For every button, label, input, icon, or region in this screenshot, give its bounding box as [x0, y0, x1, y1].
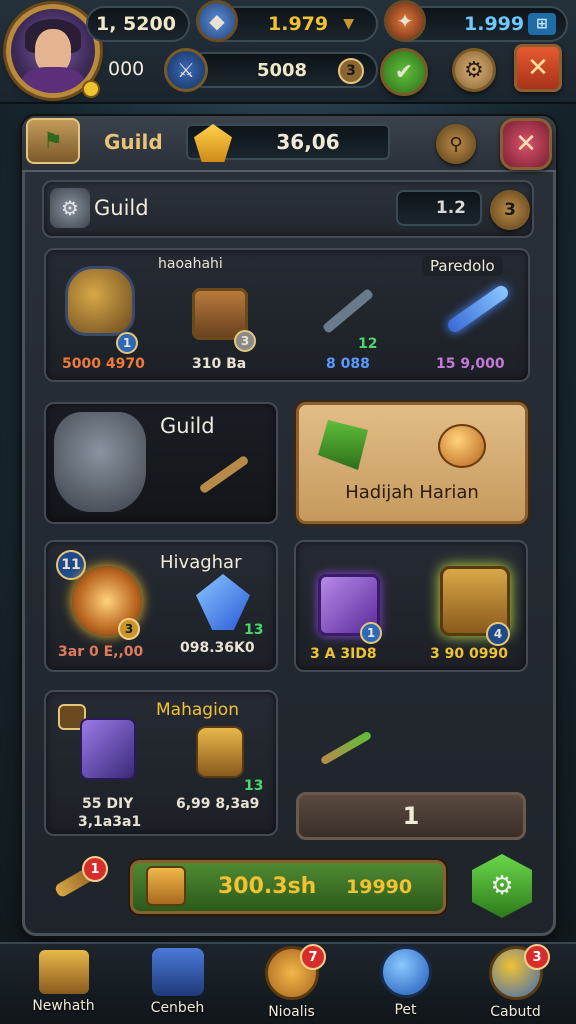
nav-item-cabutd[interactable]: 3 Cabutd — [458, 942, 573, 1024]
resource-2-value: 1.979 — [268, 13, 329, 35]
rare-item-badge: 3 — [118, 618, 140, 640]
nav-label-newhath: Newhath — [32, 998, 95, 1014]
chest-badge: 3 — [234, 330, 256, 352]
dagger-item[interactable] — [436, 272, 520, 346]
nav-label-nioalis: Nioalis — [268, 1004, 315, 1020]
guild-emblem-icon: ⚑ — [26, 118, 80, 164]
armor-price: 5000 4970 — [62, 356, 145, 372]
chest-price: 310 Ba — [192, 356, 247, 372]
quest-icon[interactable]: ✔ — [380, 48, 428, 96]
level-star-icon — [82, 80, 100, 98]
level-text: 000 — [108, 58, 145, 80]
dagger-icon — [445, 283, 511, 335]
armor-badge: 1 — [116, 332, 138, 354]
rare-price-right: 098.36K0 — [180, 640, 255, 656]
mahagion-price-right: 6,99 8,3a9 — [176, 796, 260, 812]
nav-label-cenbeh: Cenbeh — [150, 1000, 205, 1016]
nav-item-newhath[interactable]: Newhath — [6, 942, 121, 1024]
xp-value: 5008 — [256, 59, 308, 81]
close-panel-button[interactable]: ✕ — [500, 118, 552, 170]
guild-currency-value: 36,06 — [276, 130, 340, 154]
purchase-label: 300.3sh — [218, 874, 317, 899]
guild-crest-icon: ⚙ — [50, 188, 90, 228]
mahagion-badge: 13 — [244, 778, 264, 794]
daily-reward-label: Hadijah Harian — [345, 482, 479, 503]
rare-card-title: Hivaghar — [160, 552, 242, 573]
close-top-button[interactable]: ✕ — [514, 44, 562, 92]
resource-1-pill: 1, 5200 — [86, 6, 190, 42]
guild-card-title: Guild — [160, 414, 215, 438]
daily-reward-card[interactable] — [296, 402, 528, 524]
resource-3-value: 1.999 — [464, 13, 525, 35]
armor-item[interactable]: 1 — [58, 256, 142, 354]
nav-item-cenbeh[interactable]: Cenbeh — [120, 942, 235, 1024]
guild-counter-button[interactable]: 3 — [490, 190, 530, 230]
nav-item-pet[interactable]: Pet — [348, 942, 463, 1024]
quantity-field[interactable]: 1 — [296, 792, 526, 840]
rare-price-left: 3ar 0 E,,00 — [58, 644, 144, 660]
guild-counter-value: 1.2 — [435, 198, 466, 218]
resource-1-value: 1, 5200 — [96, 13, 176, 35]
xp-badge: 3 — [338, 58, 364, 84]
nav-label-cabutd: Cabutd — [490, 1004, 541, 1020]
bell-badge: 1 — [82, 856, 108, 882]
mahagion-price-left-2: 3,1a3a1 — [78, 814, 142, 830]
axe-badge: 12 — [358, 336, 378, 352]
dropdown-arrow-icon[interactable]: ▼ — [343, 16, 354, 32]
guild-section-title: Guild — [94, 196, 149, 220]
blue-backpack-icon — [151, 948, 204, 996]
gold-egg-icon — [438, 424, 486, 468]
purchase-box-icon — [146, 866, 186, 906]
mahagion-title: Mahagion — [156, 700, 239, 720]
guild-counter: 1.2 — [396, 190, 482, 226]
add-energy-icon[interactable]: ⊞ — [528, 13, 556, 35]
dagger-price: 15 9,000 — [436, 356, 505, 372]
guild-helmet-icon — [54, 412, 146, 512]
chest-bundle-price-right: 3 90 0990 — [430, 646, 508, 662]
gem-icon: ◆ — [196, 0, 238, 42]
bell-button[interactable]: 1 — [48, 856, 110, 904]
gold-potion-icon — [196, 726, 244, 778]
pet-orb-icon — [379, 946, 432, 998]
purchase-amount: 19990 — [346, 876, 413, 898]
energy-icon: ✦ — [384, 0, 426, 42]
featured-label-left: haoahahi — [158, 256, 223, 272]
cabutd-badge: 3 — [524, 944, 550, 970]
sword-shield-icon: ⚔ — [164, 48, 208, 92]
armor-icon — [65, 266, 135, 336]
axe-icon — [321, 287, 375, 335]
nioalis-badge: 7 — [300, 944, 326, 970]
gold-chest-badge: 4 — [486, 622, 510, 646]
treasure-chest-icon — [38, 950, 89, 994]
nav-item-nioalis[interactable]: 7 Nioalis — [234, 942, 349, 1024]
axe-price: 8 088 — [326, 356, 370, 372]
chest-bundle-price-left: 3 A 3ID8 — [310, 646, 377, 662]
purple-cube-icon — [80, 718, 136, 780]
mahagion-price-left-1: 55 DIY — [82, 796, 134, 812]
chest-item[interactable]: 3 — [184, 276, 256, 352]
search-icon[interactable]: ⚲ — [436, 124, 476, 164]
purple-box-badge: 1 — [360, 622, 382, 644]
settings-icon[interactable]: ⚙ — [452, 48, 496, 92]
nav-label-pet: Pet — [394, 1002, 417, 1018]
panel-title: Guild — [104, 130, 163, 154]
rare-gem-badge: 13 — [244, 622, 264, 638]
